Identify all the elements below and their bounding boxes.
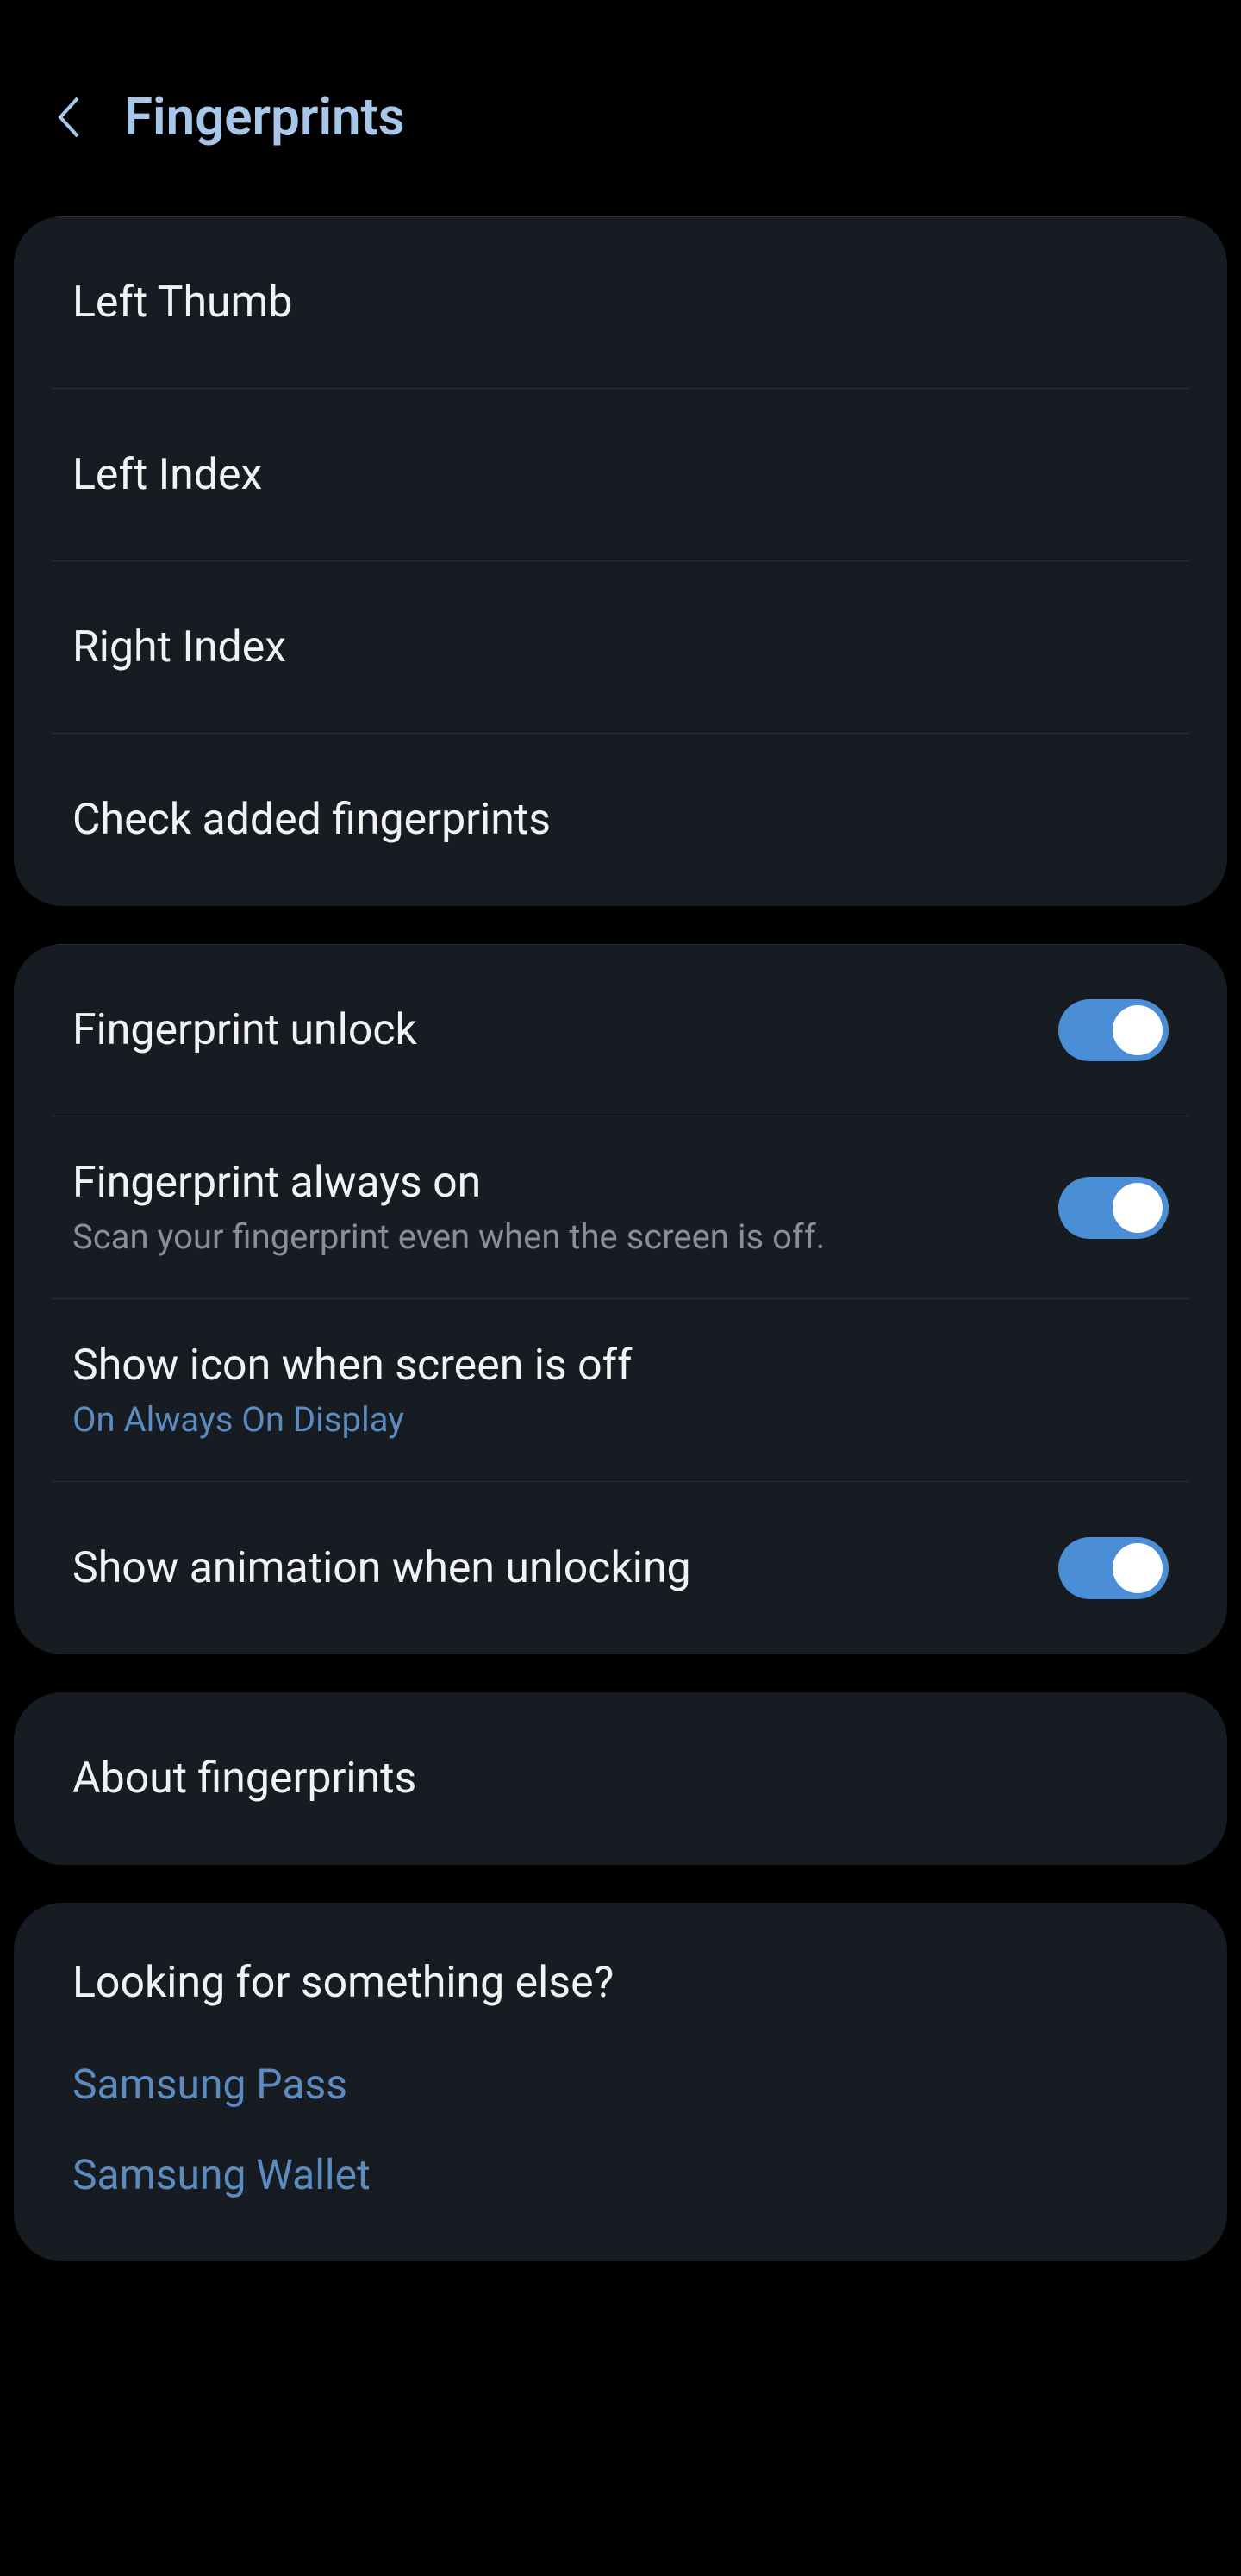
about-fingerprints-label: About fingerprints: [72, 1754, 416, 1804]
check-added-fingerprints-label: Check added fingerprints: [72, 795, 551, 845]
show-animation-unlocking-toggle[interactable]: [1058, 1537, 1169, 1599]
show-icon-screen-off-label: Show icon when screen is off: [72, 1341, 632, 1391]
fingerprint-item-right-index[interactable]: Right Index: [52, 561, 1189, 734]
fingerprint-unlock-row[interactable]: Fingerprint unlock: [52, 944, 1189, 1116]
related-card: Looking for something else? Samsung Pass…: [14, 1903, 1227, 2261]
page-title: Fingerprints: [124, 86, 405, 147]
fingerprint-always-on-label: Fingerprint always on: [72, 1158, 825, 1208]
back-icon[interactable]: [48, 97, 90, 138]
page-header: Fingerprints: [14, 0, 1227, 216]
fingerprint-unlock-label: Fingerprint unlock: [72, 1005, 417, 1055]
show-animation-unlocking-row[interactable]: Show animation when unlocking: [52, 1482, 1189, 1654]
samsung-wallet-link[interactable]: Samsung Wallet: [52, 2129, 1189, 2220]
fingerprint-item-left-thumb[interactable]: Left Thumb: [52, 216, 1189, 389]
samsung-wallet-label: Samsung Wallet: [72, 2150, 371, 2199]
fingerprint-always-on-subtitle: Scan your fingerprint even when the scre…: [72, 1216, 825, 1257]
samsung-pass-link[interactable]: Samsung Pass: [52, 2039, 1189, 2129]
fingerprint-always-on-toggle[interactable]: [1058, 1177, 1169, 1239]
fingerprint-item-left-index[interactable]: Left Index: [52, 389, 1189, 561]
fingerprint-settings-card: Fingerprint unlock Fingerprint always on…: [14, 944, 1227, 1654]
fingerprint-always-on-row[interactable]: Fingerprint always on Scan your fingerpr…: [52, 1116, 1189, 1299]
about-fingerprints-row[interactable]: About fingerprints: [52, 1692, 1189, 1865]
samsung-pass-label: Samsung Pass: [72, 2060, 347, 2109]
fingerprint-item-label: Left Thumb: [72, 278, 292, 328]
check-added-fingerprints[interactable]: Check added fingerprints: [52, 734, 1189, 906]
fingerprint-unlock-toggle[interactable]: [1058, 999, 1169, 1061]
about-card: About fingerprints: [14, 1692, 1227, 1865]
show-icon-screen-off-subtitle: On Always On Display: [72, 1399, 632, 1440]
show-animation-unlocking-label: Show animation when unlocking: [72, 1543, 691, 1593]
fingerprint-item-label: Left Index: [72, 450, 262, 500]
related-header: Looking for something else?: [52, 1903, 1189, 2039]
show-icon-screen-off-row[interactable]: Show icon when screen is off On Always O…: [52, 1299, 1189, 1482]
fingerprint-item-label: Right Index: [72, 622, 286, 672]
fingerprints-list-card: Left Thumb Left Index Right Index Check …: [14, 216, 1227, 906]
